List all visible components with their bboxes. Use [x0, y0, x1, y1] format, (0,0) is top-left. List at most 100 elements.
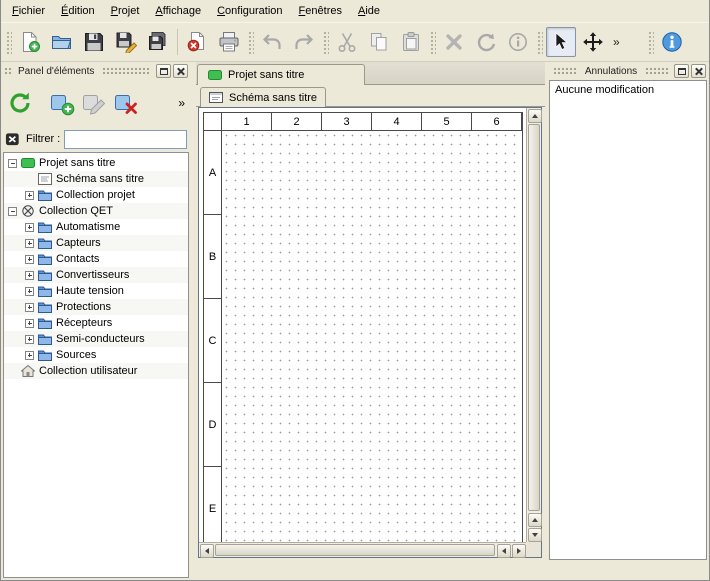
paste-button[interactable]: [396, 27, 426, 57]
rotate-button[interactable]: [471, 27, 501, 57]
horizontal-scrollbar[interactable]: [199, 542, 526, 557]
menu-projet[interactable]: Projet: [103, 1, 148, 21]
about-button[interactable]: [657, 27, 687, 57]
menu-configuration[interactable]: Configuration: [209, 1, 290, 21]
tree-item-projet-sans-titre[interactable]: Projet sans titre: [4, 155, 188, 171]
panel-drag-grip[interactable]: [4, 67, 13, 75]
undo-button[interactable]: [257, 27, 287, 57]
menu-fenetres[interactable]: Fenêtres: [291, 1, 350, 21]
copy-button[interactable]: [364, 27, 394, 57]
element-info-button[interactable]: [503, 27, 533, 57]
expand-icon[interactable]: [25, 239, 34, 248]
elements-toolbar-overflow-button[interactable]: »: [175, 96, 188, 110]
float-panel-button[interactable]: [156, 64, 171, 78]
panel-drag-grip[interactable]: [102, 67, 151, 75]
delete-element-button[interactable]: [110, 86, 142, 120]
close-file-button[interactable]: [182, 27, 212, 57]
diagram-canvas[interactable]: 1 2 3 4 5 6 A B C D E: [199, 108, 526, 542]
expand-icon[interactable]: [25, 319, 34, 328]
vertical-scroll-thumb[interactable]: [528, 124, 540, 511]
tree-item-label: Contacts: [56, 253, 99, 265]
edit-element-button[interactable]: [78, 86, 110, 120]
tree-item-protections[interactable]: Protections: [4, 299, 188, 315]
scroll-down-button[interactable]: [528, 528, 542, 542]
arrow-up-icon: [532, 114, 538, 118]
tree-item-recepteurs[interactable]: Récepteurs: [4, 315, 188, 331]
tree-item-contacts[interactable]: Contacts: [4, 251, 188, 267]
toolbar-overflow-button[interactable]: »: [609, 35, 624, 49]
close-panel-button[interactable]: [173, 64, 188, 78]
collapse-icon[interactable]: [8, 207, 17, 216]
tree-item-haute-tension[interactable]: Haute tension: [4, 283, 188, 299]
scroll-up-button[interactable]: [528, 513, 542, 527]
close-panel-button[interactable]: [691, 64, 706, 78]
save-as-button[interactable]: [111, 27, 141, 57]
panel-drag-grip[interactable]: [645, 67, 669, 75]
expand-icon[interactable]: [25, 223, 34, 232]
tree-item-convertisseurs[interactable]: Convertisseurs: [4, 267, 188, 283]
menu-edition[interactable]: Édition: [53, 1, 103, 21]
elements-panel-header: Panel d'éléments: [1, 62, 191, 80]
tab-schema-sans-titre[interactable]: Schéma sans titre: [200, 87, 326, 107]
print-button[interactable]: [214, 27, 244, 57]
elements-panel: Panel d'éléments » Filtrer : Projet sans…: [1, 62, 191, 580]
expand-icon[interactable]: [25, 303, 34, 312]
menu-fichier[interactable]: Fichier: [4, 1, 53, 21]
scroll-left-button[interactable]: [497, 544, 511, 558]
diagram-tab-bar: Schéma sans titre: [196, 85, 545, 107]
toolbar-drag-handle[interactable]: [322, 30, 329, 54]
float-panel-button[interactable]: [674, 64, 689, 78]
expand-icon[interactable]: [25, 255, 34, 264]
save-all-button[interactable]: [143, 27, 173, 57]
expand-icon[interactable]: [25, 335, 34, 344]
save-button[interactable]: [79, 27, 109, 57]
tree-item-sources[interactable]: Sources: [4, 347, 188, 363]
clear-filter-button[interactable]: [5, 131, 22, 148]
dot-grid[interactable]: [222, 131, 522, 542]
tree-item-capteurs[interactable]: Capteurs: [4, 235, 188, 251]
new-document-button[interactable]: [15, 27, 45, 57]
redo-button[interactable]: [289, 27, 319, 57]
panel-drag-grip[interactable]: [553, 67, 577, 75]
tree-item-collection-utilisateur[interactable]: Collection utilisateur: [4, 363, 188, 379]
tab-projet-sans-titre[interactable]: Projet sans titre: [197, 64, 365, 85]
toolbar-drag-handle[interactable]: [536, 30, 543, 54]
tree-item-semi-conducteurs[interactable]: Semi-conducteurs: [4, 331, 188, 347]
filter-row: Filtrer :: [1, 126, 191, 152]
undo-history-list[interactable]: Aucune modification: [549, 80, 707, 560]
tree-item-collection-projet[interactable]: Collection projet: [4, 187, 188, 203]
elements-toolbar: »: [1, 80, 191, 126]
open-project-button[interactable]: [47, 27, 77, 57]
new-element-button[interactable]: [46, 86, 78, 120]
filter-input[interactable]: [64, 130, 187, 149]
tree-item-label: Collection projet: [56, 189, 135, 201]
menu-aide[interactable]: Aide: [350, 1, 388, 21]
expand-icon[interactable]: [25, 287, 34, 296]
delete-button[interactable]: [439, 27, 469, 57]
vertical-scrollbar[interactable]: [526, 108, 541, 542]
expand-icon[interactable]: [25, 271, 34, 280]
edit-element-icon: [81, 90, 107, 116]
pan-tool-button[interactable]: [578, 27, 608, 57]
toolbar-drag-handle[interactable]: [5, 30, 12, 54]
select-tool-button[interactable]: [546, 27, 576, 57]
close-icon: [694, 67, 703, 76]
expand-icon[interactable]: [25, 351, 34, 360]
cut-button[interactable]: [332, 27, 362, 57]
scroll-left-button[interactable]: [200, 544, 214, 558]
collapse-icon[interactable]: [8, 159, 17, 168]
scroll-up-button[interactable]: [528, 109, 542, 123]
toolbar-drag-handle[interactable]: [429, 30, 436, 54]
tree-item-collection-qet[interactable]: Collection QET: [4, 203, 188, 219]
scrollbar-corner: [526, 542, 541, 557]
tree-item-schema-sans-titre[interactable]: Schéma sans titre: [4, 171, 188, 187]
menu-affichage[interactable]: Affichage: [147, 1, 209, 21]
expand-icon[interactable]: [25, 191, 34, 200]
toolbar-drag-handle[interactable]: [247, 30, 254, 54]
toolbar-drag-handle[interactable]: [647, 30, 654, 54]
scroll-right-button[interactable]: [512, 544, 526, 558]
tree-item-automatisme[interactable]: Automatisme: [4, 219, 188, 235]
horizontal-scroll-thumb[interactable]: [215, 544, 495, 556]
column-header: 3: [322, 113, 372, 131]
reload-collections-button[interactable]: [4, 86, 36, 120]
